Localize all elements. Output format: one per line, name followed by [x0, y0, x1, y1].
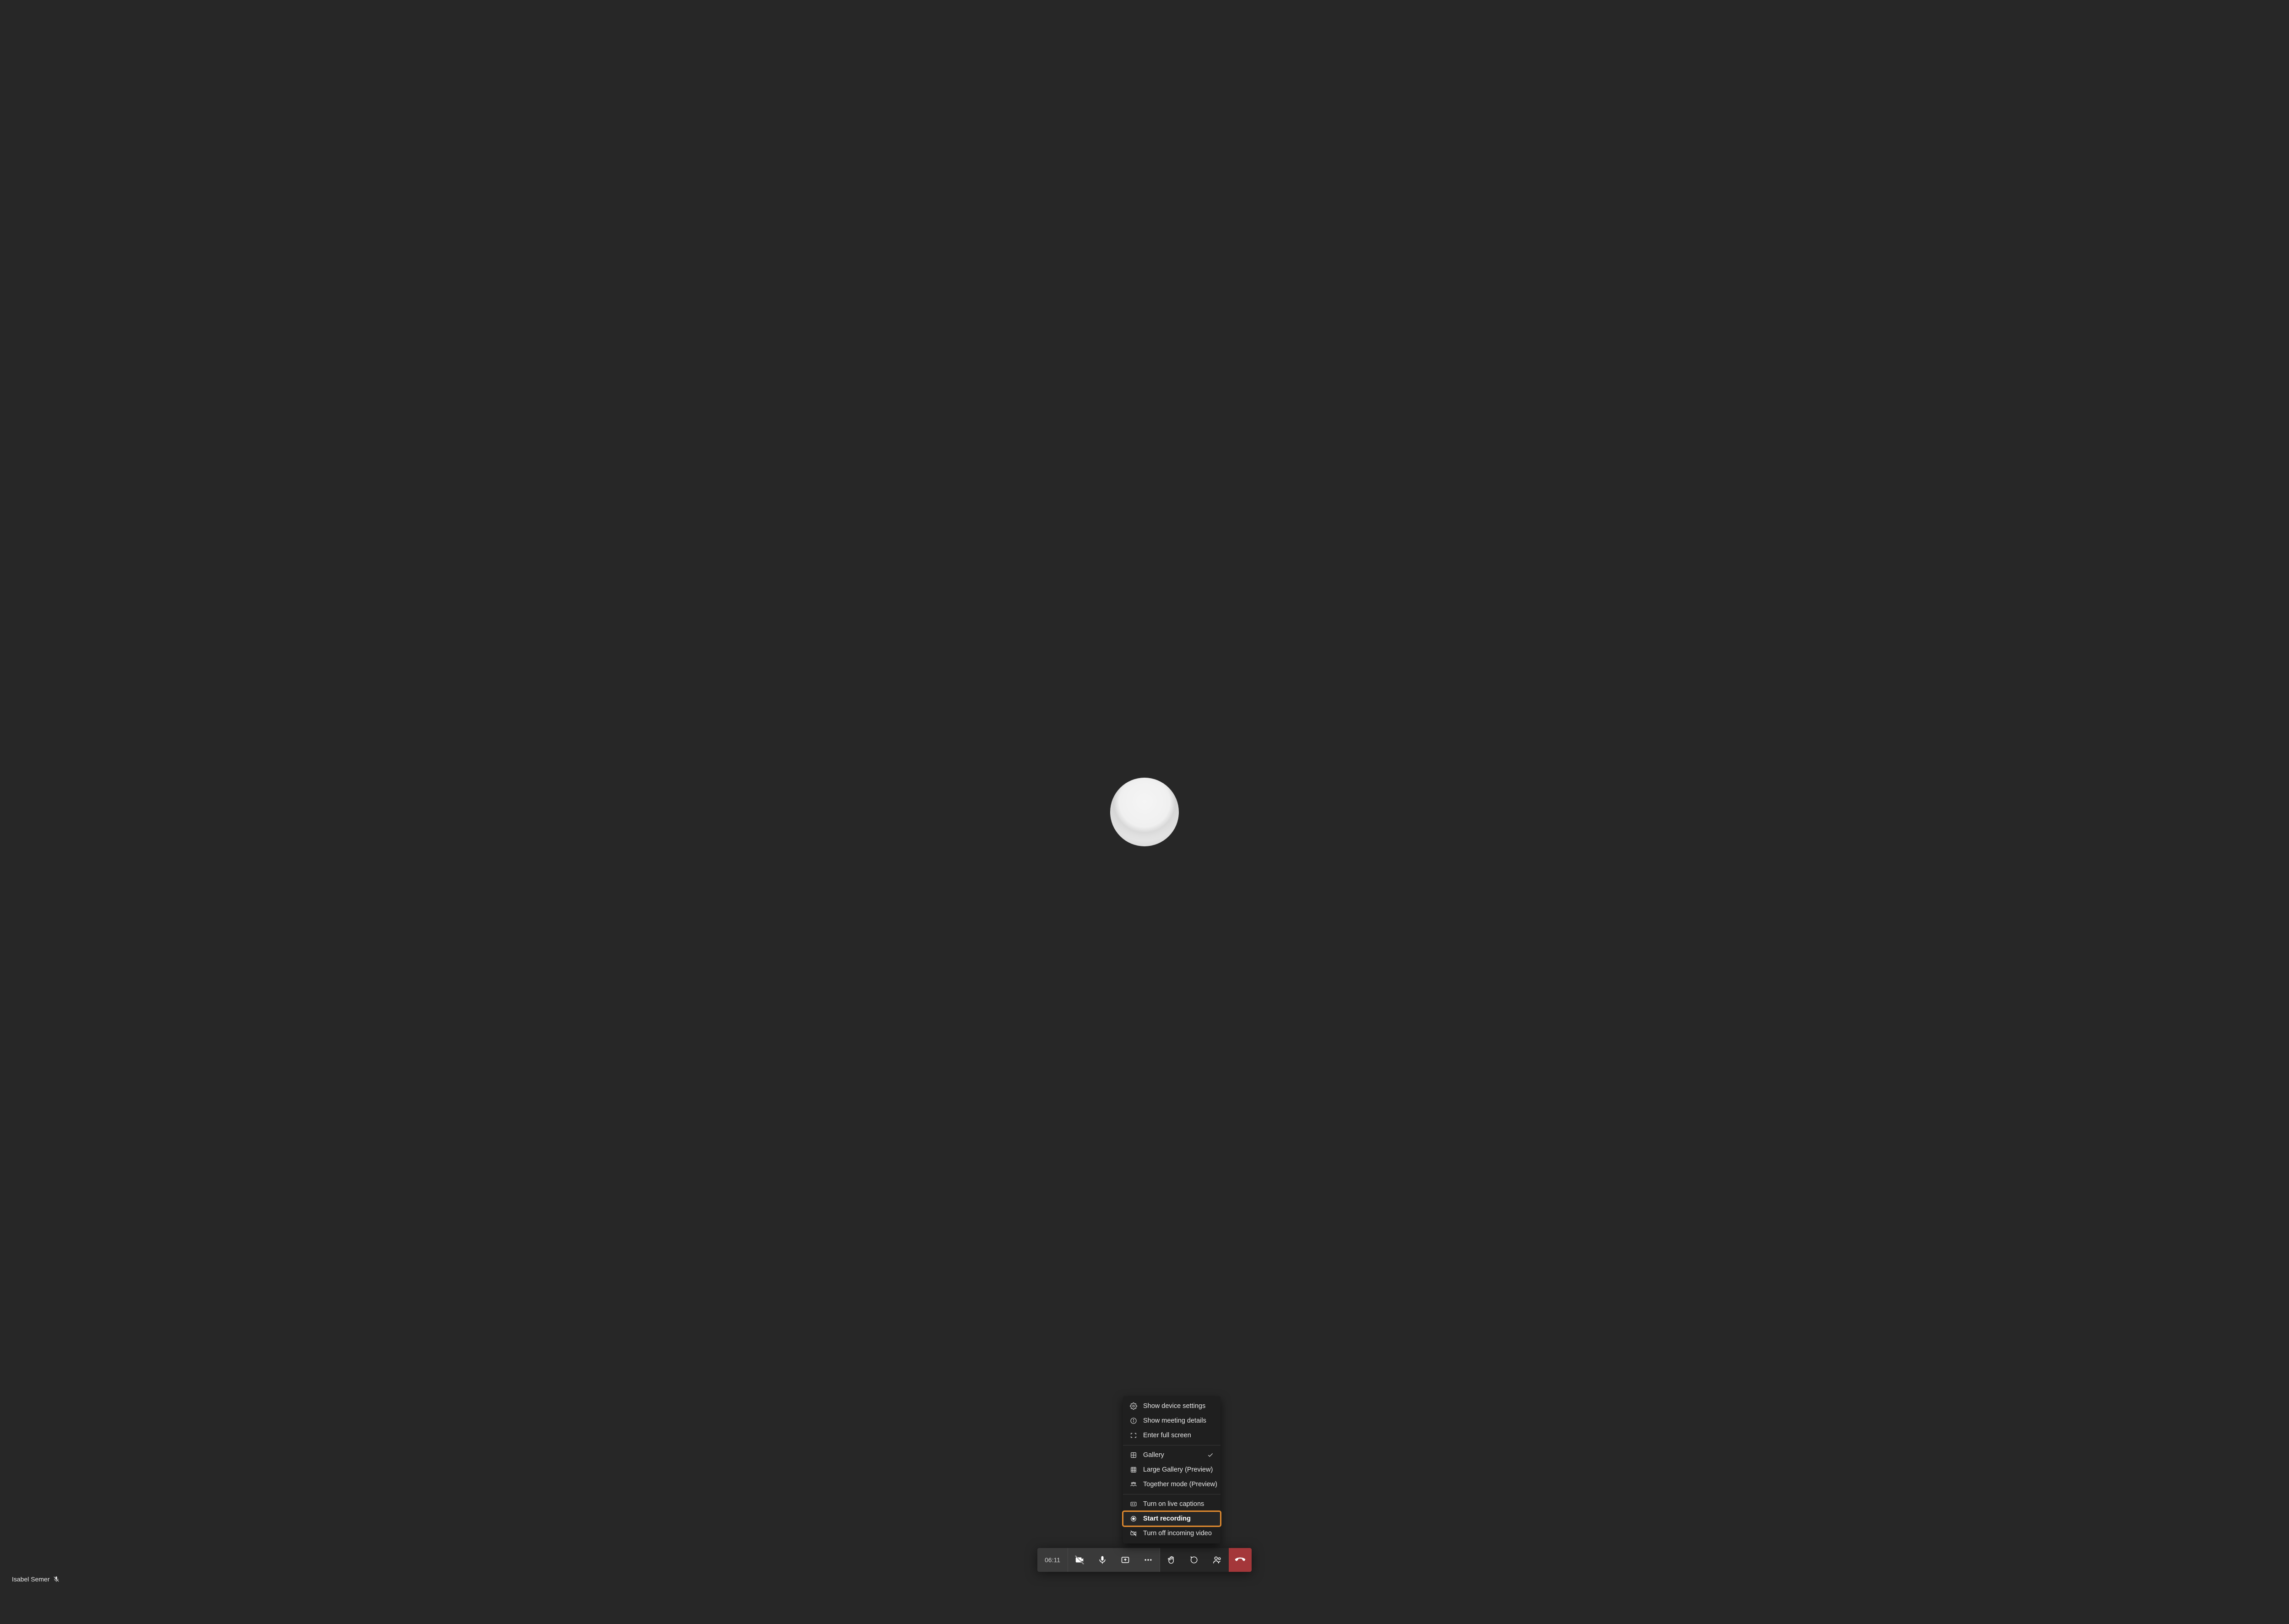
- menu-item-start-recording[interactable]: Start recording: [1123, 1511, 1220, 1526]
- participant-avatar-wrap: [1110, 778, 1179, 846]
- meeting-timer: 06:11: [1037, 1548, 1068, 1572]
- chat-icon: [1190, 1555, 1199, 1564]
- menu-label: Large Gallery (Preview): [1143, 1466, 1214, 1473]
- more-actions-menu: Show device settings Show meeting detail…: [1123, 1396, 1220, 1543]
- cc-icon: [1129, 1500, 1138, 1508]
- menu-label: Turn on live captions: [1143, 1500, 1214, 1508]
- menu-label: Enter full screen: [1143, 1432, 1214, 1439]
- participant-name: Isabel Semer: [12, 1575, 49, 1583]
- gear-icon: [1129, 1402, 1138, 1410]
- menu-label: Turn off incoming video: [1143, 1530, 1214, 1537]
- toolbar-section-primary: 06:11: [1037, 1548, 1160, 1572]
- video-off-icon: [1129, 1529, 1138, 1537]
- participant-name-bar: Isabel Semer: [12, 1575, 60, 1583]
- ellipsis-icon: [1144, 1555, 1153, 1564]
- toolbar-section-secondary: [1160, 1548, 1229, 1572]
- people-icon: [1212, 1555, 1222, 1565]
- menu-item-together-mode[interactable]: Together mode (Preview): [1123, 1477, 1220, 1492]
- meeting-toolbar: 06:11: [1037, 1548, 1252, 1572]
- menu-item-live-captions[interactable]: Turn on live captions: [1123, 1497, 1220, 1511]
- menu-label: Together mode (Preview): [1143, 1481, 1217, 1488]
- mic-toggle-button[interactable]: [1091, 1548, 1114, 1572]
- menu-item-large-gallery[interactable]: Large Gallery (Preview): [1123, 1462, 1220, 1477]
- camera-toggle-button[interactable]: [1068, 1548, 1091, 1572]
- raise-hand-button[interactable]: [1160, 1548, 1183, 1572]
- more-actions-button[interactable]: [1137, 1548, 1160, 1572]
- hand-icon: [1167, 1555, 1176, 1564]
- menu-item-incoming-video-off[interactable]: Turn off incoming video: [1123, 1526, 1220, 1541]
- share-screen-button[interactable]: [1114, 1548, 1137, 1572]
- grid-2x2-icon: [1129, 1451, 1138, 1459]
- menu-label: Show device settings: [1143, 1402, 1214, 1410]
- mic-icon: [1098, 1555, 1107, 1564]
- chat-button[interactable]: [1183, 1548, 1206, 1572]
- share-tray-icon: [1121, 1555, 1130, 1564]
- together-mode-icon: [1129, 1480, 1138, 1489]
- record-icon: [1129, 1515, 1138, 1523]
- mic-muted-icon: [53, 1576, 60, 1582]
- camera-off-icon: [1074, 1555, 1085, 1565]
- menu-item-full-screen[interactable]: Enter full screen: [1123, 1428, 1220, 1443]
- menu-label: Gallery: [1143, 1451, 1201, 1459]
- menu-label: Start recording: [1143, 1515, 1214, 1522]
- participants-button[interactable]: [1206, 1548, 1229, 1572]
- meeting-canvas: Show device settings Show meeting detail…: [0, 0, 2289, 1624]
- menu-label: Show meeting details: [1143, 1417, 1214, 1424]
- menu-item-meeting-details[interactable]: Show meeting details: [1123, 1413, 1220, 1428]
- hangup-icon: [1234, 1553, 1246, 1567]
- check-icon: [1207, 1452, 1214, 1458]
- participant-avatar: [1110, 778, 1179, 846]
- grid-3x3-icon: [1129, 1466, 1138, 1474]
- leave-call-button[interactable]: [1229, 1548, 1252, 1572]
- fullscreen-icon: [1129, 1431, 1138, 1440]
- menu-item-gallery[interactable]: Gallery: [1123, 1448, 1220, 1462]
- info-icon: [1129, 1417, 1138, 1425]
- menu-item-device-settings[interactable]: Show device settings: [1123, 1399, 1220, 1413]
